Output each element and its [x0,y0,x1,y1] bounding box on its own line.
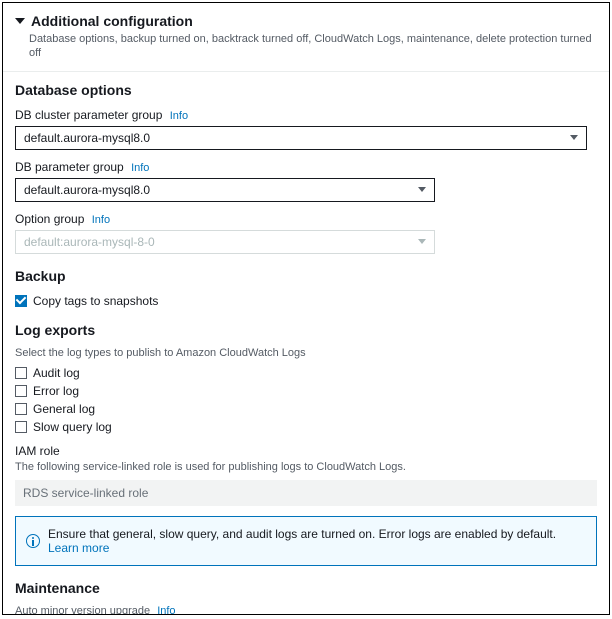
iam-role-label: IAM role [15,444,597,458]
audit-log-checkbox[interactable] [15,367,27,379]
option-group-label-text: Option group [15,212,84,226]
audit-log-label: Audit log [33,366,80,380]
iam-role-sub: The following service-linked role is use… [15,460,597,474]
info-alert-text: Ensure that general, slow query, and aud… [48,527,586,555]
chevron-down-icon [418,187,426,192]
copy-tags-checkbox[interactable] [15,295,27,307]
panel-title: Additional configuration [31,13,193,29]
section-maintenance: Maintenance [15,580,597,596]
panel-header[interactable]: Additional configuration Database option… [3,3,609,72]
maintenance-sub-label: Auto minor version upgrade Info [15,604,597,615]
option-group-select: default:aurora-mysql-8-0 [15,230,435,254]
error-log-label: Error log [33,384,79,398]
slow-query-log-checkbox[interactable] [15,421,27,433]
db-cluster-param-value: default.aurora-mysql8.0 [24,131,150,145]
learn-more-link[interactable]: Learn more [48,541,109,555]
option-group-value: default:aurora-mysql-8-0 [24,235,155,249]
maintenance-sub-label-text: Auto minor version upgrade [15,605,150,615]
additional-configuration-panel: Additional configuration Database option… [2,2,610,615]
chevron-down-icon [570,135,578,140]
db-param-value: default.aurora-mysql8.0 [24,183,150,197]
info-link[interactable]: Info [92,214,110,226]
panel-subtitle: Database options, backup turned on, back… [29,32,597,61]
general-log-checkbox[interactable] [15,403,27,415]
error-log-checkbox[interactable] [15,385,27,397]
general-log-label: General log [33,402,95,416]
info-link[interactable]: Info [157,605,175,615]
section-backup: Backup [15,268,597,284]
db-param-label: DB parameter group Info [15,160,597,174]
caret-down-icon [15,18,25,24]
iam-role-value: RDS service-linked role [15,480,597,506]
slow-query-log-label: Slow query log [33,420,112,434]
section-database-options: Database options [15,82,597,98]
section-log-exports: Log exports [15,322,597,338]
log-exports-subtitle: Select the log types to publish to Amazo… [15,346,597,360]
option-group-label: Option group Info [15,212,597,226]
db-cluster-param-label-text: DB cluster parameter group [15,108,162,122]
db-param-select[interactable]: default.aurora-mysql8.0 [15,178,435,202]
db-param-label-text: DB parameter group [15,160,124,174]
info-icon [26,534,40,548]
info-link[interactable]: Info [131,162,149,174]
info-alert: Ensure that general, slow query, and aud… [15,516,597,566]
db-cluster-param-label: DB cluster parameter group Info [15,108,597,122]
info-alert-message: Ensure that general, slow query, and aud… [48,527,556,541]
info-link[interactable]: Info [170,110,188,122]
db-cluster-param-select[interactable]: default.aurora-mysql8.0 [15,126,587,150]
chevron-down-icon [418,239,426,244]
copy-tags-label: Copy tags to snapshots [33,294,158,308]
